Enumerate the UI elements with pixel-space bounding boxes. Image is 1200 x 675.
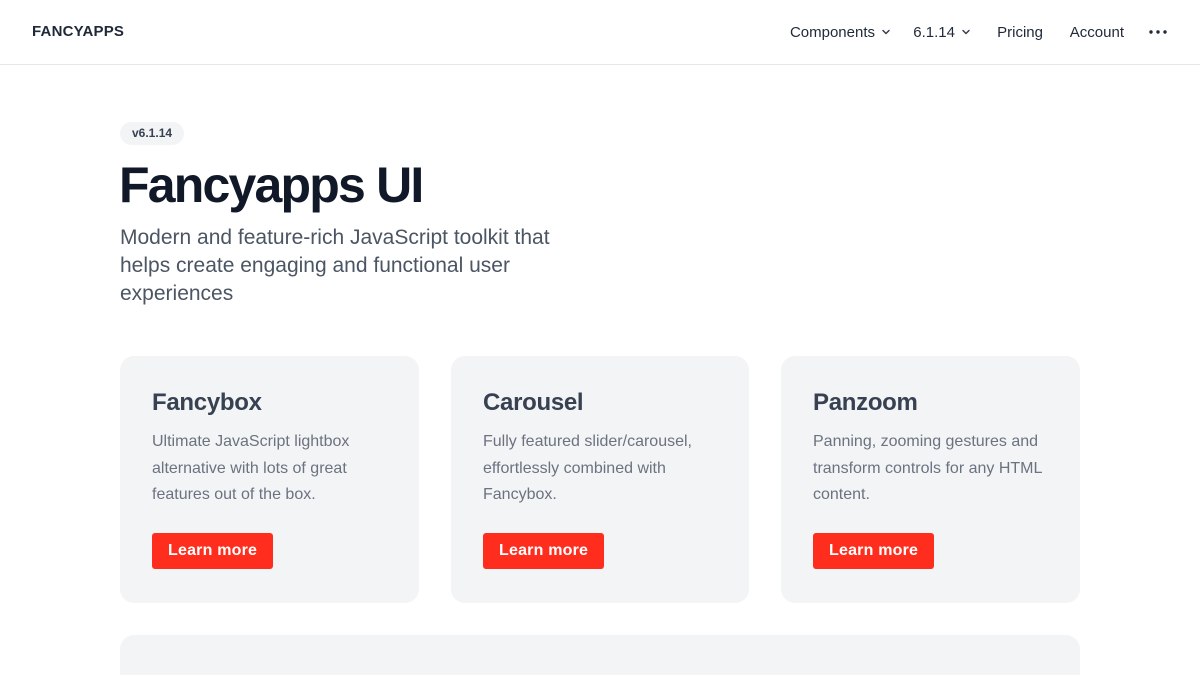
card-description: Ultimate JavaScript lightbox alternative…: [152, 433, 350, 503]
version-badge: v6.1.14: [120, 122, 185, 145]
card-title: Panzoom: [813, 389, 918, 416]
more-horizontal-icon[interactable]: [1149, 0, 1167, 64]
product-card-panzoom: Panzoom Panning, zooming gestures and tr…: [781, 356, 1080, 603]
card-description: Fully featured slider/carousel, effortle…: [483, 433, 692, 503]
bottom-panel: [120, 635, 1080, 675]
learn-more-button[interactable]: Learn more: [483, 533, 605, 569]
card-title: Carousel: [483, 389, 584, 416]
chevron-down-icon: [881, 27, 891, 37]
page-subtitle: Modern and feature-rich JavaScript toolk…: [120, 226, 550, 305]
nav-version-dropdown[interactable]: 6.1.14: [913, 0, 971, 64]
top-navigation-bar: FANCYAPPS Components 6.1.14 Pricing Acco…: [0, 0, 1200, 65]
nav-components-label: Components: [789, 23, 875, 41]
nav-version-label: 6.1.14: [913, 23, 955, 41]
learn-more-button[interactable]: Learn more: [152, 533, 274, 569]
nav-pricing-link[interactable]: Pricing: [997, 0, 1043, 64]
product-card-carousel: Carousel Fully featured slider/carousel,…: [451, 356, 749, 603]
site-logo[interactable]: FANCYAPPS: [32, 23, 124, 40]
card-title: Fancybox: [152, 389, 262, 416]
nav-components-dropdown[interactable]: Components: [790, 0, 891, 64]
product-card-fancybox: Fancybox Ultimate JavaScript lightbox al…: [120, 356, 419, 603]
learn-more-button[interactable]: Learn more: [813, 533, 935, 569]
chevron-down-icon: [961, 27, 971, 37]
card-description: Panning, zooming gestures and transform …: [813, 433, 1042, 503]
page-title: Fancyapps UI: [119, 157, 424, 213]
nav-account-link[interactable]: Account: [1070, 0, 1124, 64]
